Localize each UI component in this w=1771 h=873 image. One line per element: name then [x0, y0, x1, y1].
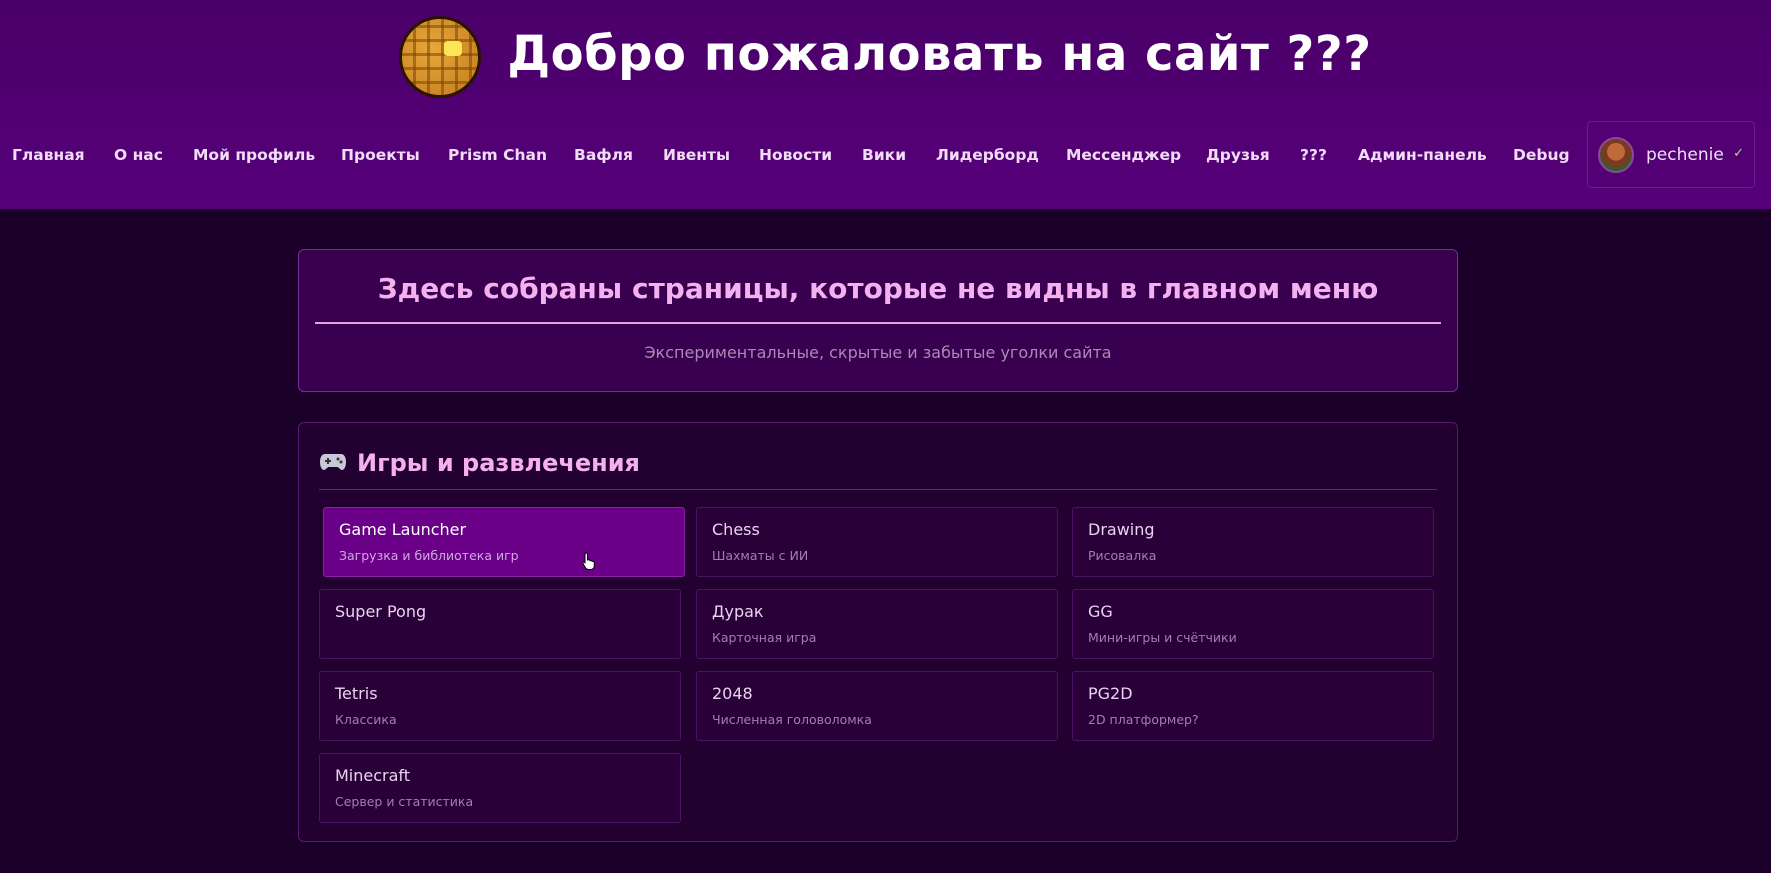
card-title: Minecraft [335, 766, 411, 785]
card-desc: Мини-игры и счётчики [1088, 630, 1237, 645]
nav-item-messenger[interactable]: Мессенджер [1066, 146, 1181, 164]
nav-item-events[interactable]: Ивенты [663, 146, 730, 164]
card-title: Chess [712, 520, 760, 539]
games-section: Игры и развлечения Game Launcher Загрузк… [298, 422, 1458, 842]
check-icon: ✓ [1733, 146, 1744, 161]
card-title: Drawing [1088, 520, 1155, 539]
user-menu[interactable]: pechenie ✓ [1587, 121, 1755, 188]
card-title: 2048 [712, 684, 753, 703]
game-card-super-pong[interactable]: Super Pong [319, 589, 681, 659]
nav-item-waffle[interactable]: Вафля [574, 146, 633, 164]
card-desc: Классика [335, 712, 397, 727]
card-title: Дурак [712, 602, 764, 621]
card-title: Game Launcher [339, 520, 467, 539]
game-card-minecraft[interactable]: Minecraft Сервер и статистика [319, 753, 681, 823]
gamepad-icon [319, 449, 347, 477]
card-title: PG2D [1088, 684, 1133, 703]
section-title-text: Игры и развлечения [357, 449, 640, 477]
nav-item-home[interactable]: Главная [12, 146, 85, 164]
intro-title: Здесь собраны страницы, которые не видны… [377, 272, 1379, 305]
card-desc: Сервер и статистика [335, 794, 474, 809]
card-desc: Рисовалка [1088, 548, 1157, 563]
card-desc: Загрузка и библиотека игр [339, 548, 519, 563]
divider [315, 322, 1441, 324]
game-card-gg[interactable]: GG Мини-игры и счётчики [1072, 589, 1434, 659]
card-desc: Шахматы с ИИ [712, 548, 809, 563]
game-card-pg2d[interactable]: PG2D 2D платформер? [1072, 671, 1434, 741]
main-nav: Главная О нас Мой профиль Проекты Prism … [0, 120, 1771, 190]
game-card-durak[interactable]: Дурак Карточная игра [696, 589, 1058, 659]
nav-item-leaderboard[interactable]: Лидерборд [936, 146, 1039, 164]
nav-item-friends[interactable]: Друзья [1206, 146, 1270, 164]
hand-cursor-icon [582, 552, 595, 570]
intro-subtitle: Экспериментальные, скрытые и забытые уго… [644, 343, 1112, 362]
nav-item-admin[interactable]: Админ-панель [1358, 146, 1487, 164]
hidden-pages-intro: Здесь собраны страницы, которые не видны… [298, 249, 1458, 392]
card-title: GG [1088, 602, 1113, 621]
card-desc: Карточная игра [712, 630, 817, 645]
game-card-chess[interactable]: Chess Шахматы с ИИ [696, 507, 1058, 577]
username: pechenie [1646, 144, 1724, 165]
game-card-drawing[interactable]: Drawing Рисовалка [1072, 507, 1434, 577]
nav-item-wiki[interactable]: Вики [862, 146, 906, 164]
nav-item-secret[interactable]: ??? [1300, 146, 1327, 164]
nav-item-debug[interactable]: Debug [1513, 146, 1570, 164]
nav-item-profile[interactable]: Мой профиль [193, 146, 315, 164]
site-title: Добро пожаловать на сайт ??? [507, 26, 1372, 82]
section-title: Игры и развлечения [319, 449, 640, 477]
card-desc: Численная головоломка [712, 712, 872, 727]
card-desc: 2D платформер? [1088, 712, 1199, 727]
nav-item-news[interactable]: Новости [759, 146, 832, 164]
nav-item-prism-chan[interactable]: Prism Chan [448, 146, 547, 164]
game-card-tetris[interactable]: Tetris Классика [319, 671, 681, 741]
nav-item-projects[interactable]: Проекты [341, 146, 420, 164]
avatar [1598, 136, 1634, 173]
card-title: Tetris [335, 684, 378, 703]
title-row: Добро пожаловать на сайт ??? [0, 12, 1771, 102]
site-header: Добро пожаловать на сайт ??? Главная О н… [0, 0, 1771, 209]
game-card-2048[interactable]: 2048 Численная головоломка [696, 671, 1058, 741]
card-title: Super Pong [335, 602, 427, 621]
game-card-game-launcher[interactable]: Game Launcher Загрузка и библиотека игр [323, 507, 685, 577]
nav-item-about[interactable]: О нас [114, 146, 163, 164]
waffle-logo-icon[interactable] [399, 16, 482, 98]
divider [319, 489, 1437, 490]
